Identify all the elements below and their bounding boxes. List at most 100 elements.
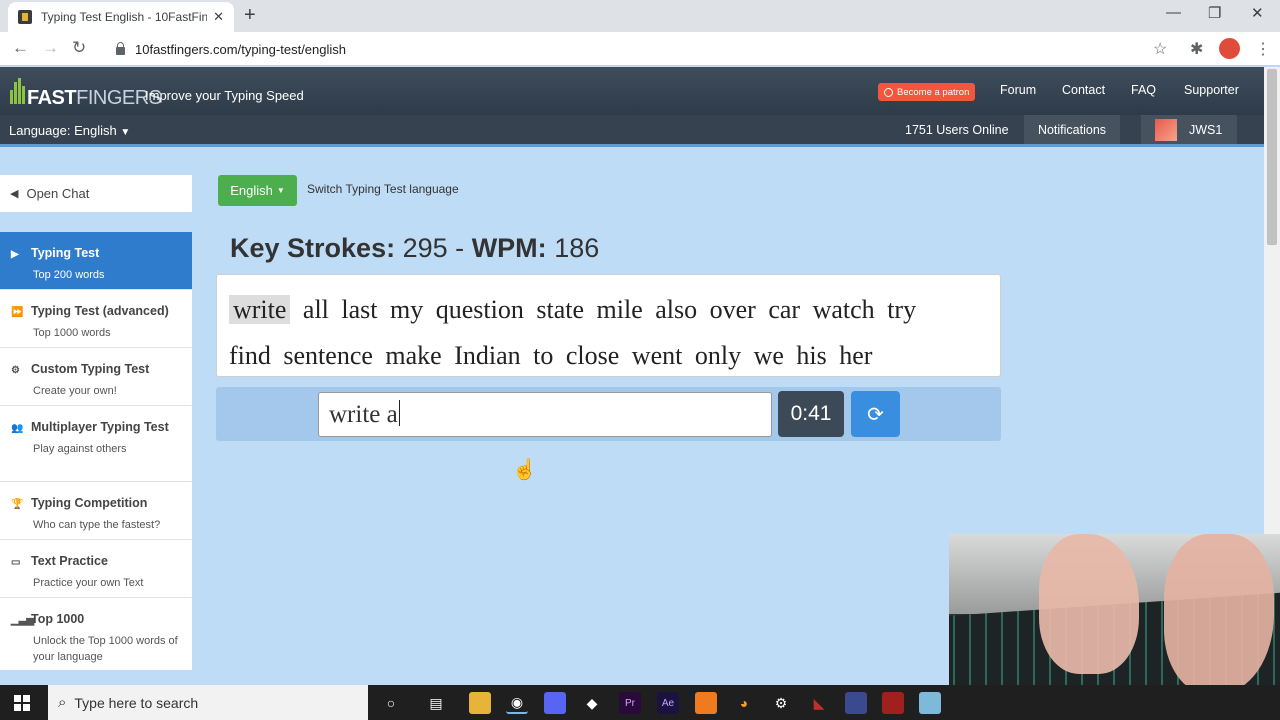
nav-supporter-link[interactable]: Supporter: [1184, 83, 1239, 97]
scrollbar-thumb[interactable]: [1267, 69, 1277, 245]
avatar: [1155, 118, 1177, 141]
taskbar-search-input[interactable]: ⌕ Type here to search: [48, 685, 368, 720]
fast-forward-icon: ⏩: [11, 307, 24, 318]
sidebar-menu: ▶ Typing Test Top 200 words ⏩ Typing Test …: [0, 232, 192, 670]
word: question: [435, 295, 524, 324]
refresh-icon: ⟳: [867, 403, 884, 426]
extensions-puzzle-icon[interactable]: ✱: [1190, 39, 1203, 59]
text-cursor: [398, 400, 400, 426]
app-icon-flag[interactable]: [845, 692, 867, 714]
word-display: write all last my question state mile al…: [216, 274, 1001, 377]
sidebar-item-multiplayer[interactable]: 👥 Multiplayer Typing Test Play against ot…: [0, 406, 192, 482]
word: watch: [812, 295, 875, 324]
play-icon: ▶: [11, 249, 19, 260]
browser-toolbar: ← → ↻ 10fastfingers.com/typing-test/engl…: [0, 32, 1280, 66]
word: over: [709, 295, 756, 324]
switch-language-label: Switch Typing Test language: [307, 182, 459, 196]
sidebar-item-typing-competition[interactable]: 🏆 Typing Competition Who can type the fas…: [0, 482, 192, 540]
address-bar[interactable]: 10fastfingers.com/typing-test/english: [104, 36, 1180, 62]
username: JWS1: [1189, 122, 1223, 137]
premiere-icon[interactable]: Pr: [619, 692, 641, 714]
open-chat-label: Open Chat: [26, 186, 90, 201]
sidebar-item-subtitle: Practice your own Text: [33, 577, 144, 589]
settings-gear-icon[interactable]: ⚙: [770, 692, 792, 714]
user-menu-button[interactable]: JWS1: [1141, 115, 1237, 144]
sidebar-item-top-1000[interactable]: ▁▃▅Top 1000 Unlock the Top 1000 words of…: [0, 598, 192, 670]
chrome-icon[interactable]: ◉: [506, 692, 528, 714]
back-icon[interactable]: ←: [12, 38, 29, 58]
discord-icon[interactable]: [544, 692, 566, 714]
app-icon-grid[interactable]: [882, 692, 904, 714]
hand-pointer-icon: ☝: [512, 459, 537, 481]
word: his: [796, 341, 827, 370]
minimize-icon[interactable]: —: [1166, 4, 1181, 21]
nav-contact-link[interactable]: Contact: [1062, 83, 1105, 97]
app-icon-red[interactable]: ◣: [808, 692, 830, 714]
site-header: FASTFINGERS Improve your Typing Speed Be…: [0, 67, 1264, 115]
site-logo[interactable]: FASTFINGERS: [10, 72, 162, 110]
windows-taskbar: ⌕ Type here to search ○ ▤ ◉ ◆ Pr Ae ◕ ⚙ …: [0, 685, 1280, 720]
sidebar-item-subtitle: Unlock the Top 1000 words of your langua…: [33, 635, 178, 663]
cogs-icon: ⚙: [11, 365, 20, 376]
word: Indian: [454, 341, 521, 370]
nav-forum-link[interactable]: Forum: [1000, 83, 1036, 97]
tab-close-icon[interactable]: ✕: [213, 9, 224, 25]
sidebar-item-text-practice[interactable]: ▭ Text Practice Practice your own Text: [0, 540, 192, 598]
open-chat-button[interactable]: ◀ Open Chat: [0, 175, 192, 212]
word: last: [341, 295, 378, 324]
browser-menu-icon[interactable]: ⋮: [1255, 39, 1271, 59]
after-effects-icon[interactable]: Ae: [657, 692, 679, 714]
app-icon-blue[interactable]: [919, 692, 941, 714]
tab-title: Typing Test English - 10FastFinge: [41, 10, 208, 24]
word: find: [229, 341, 271, 370]
wpm-label: WPM:: [471, 233, 547, 263]
webcam-left-hand: [1039, 534, 1139, 674]
windows-start-icon[interactable]: [14, 695, 30, 711]
caret-down-icon: ▼: [276, 186, 285, 195]
word-row: write all last my question state mile al…: [229, 287, 1000, 333]
file-explorer-icon[interactable]: [469, 692, 491, 714]
sidebar-item-subtitle: Top 200 words: [33, 269, 105, 281]
word: mile: [596, 295, 643, 324]
fl-studio-icon[interactable]: [695, 692, 717, 714]
users-online-count: 1751 Users Online: [905, 123, 1009, 137]
language-select-button[interactable]: English ▼: [218, 175, 297, 206]
become-patron-button[interactable]: Become a patron: [878, 83, 976, 101]
language-dropdown[interactable]: Language: English ▼: [9, 123, 130, 138]
cortana-icon[interactable]: ○: [380, 692, 402, 714]
webcam-right-hand: [1164, 534, 1274, 694]
word: my: [390, 295, 424, 324]
new-tab-icon[interactable]: +: [244, 4, 256, 27]
chevron-down-icon: ▼: [120, 127, 131, 138]
word: sentence: [283, 341, 373, 370]
restore-icon[interactable]: ❐: [1208, 4, 1221, 22]
sidebar-item-subtitle: Play against others: [33, 443, 127, 455]
sidebar-item-typing-test-advanced[interactable]: ⏩ Typing Test (advanced) Top 1000 words: [0, 290, 192, 348]
sidebar-item-custom-typing-test[interactable]: ⚙ Custom Typing Test Create your own!: [0, 348, 192, 406]
countdown-timer: 0:41: [778, 391, 844, 437]
megaphone-icon: ◀: [10, 188, 19, 200]
task-view-icon[interactable]: ▤: [425, 692, 447, 714]
browser-tab[interactable]: Typing Test English - 10FastFinge ✕: [8, 2, 234, 32]
forward-icon[interactable]: →: [42, 38, 59, 58]
logo-hand-icon: [10, 76, 25, 110]
nav-faq-link[interactable]: FAQ: [1131, 83, 1156, 97]
word: to: [533, 341, 554, 370]
bookmark-star-icon[interactable]: ☆: [1153, 39, 1167, 59]
reload-page-icon[interactable]: ↻: [72, 38, 86, 58]
sidebar-item-typing-test[interactable]: ▶ Typing Test Top 200 words: [0, 232, 192, 290]
word: car: [768, 295, 801, 324]
app-icon[interactable]: ◆: [581, 692, 603, 714]
word: went: [631, 341, 683, 370]
word: close: [565, 341, 620, 370]
input-row: write a 0:41 ⟳: [216, 387, 1001, 441]
site-subheader: Language: English ▼ 1751 Users Online No…: [0, 115, 1264, 147]
restart-button[interactable]: ⟳: [851, 391, 900, 437]
word: make: [385, 341, 442, 370]
typing-input[interactable]: write a: [318, 392, 772, 437]
notifications-button[interactable]: Notifications: [1024, 115, 1120, 144]
word: we: [753, 341, 784, 370]
window-close-icon[interactable]: ✕: [1251, 4, 1264, 22]
blender-icon[interactable]: ◕: [733, 692, 755, 714]
profile-avatar[interactable]: [1219, 38, 1240, 59]
